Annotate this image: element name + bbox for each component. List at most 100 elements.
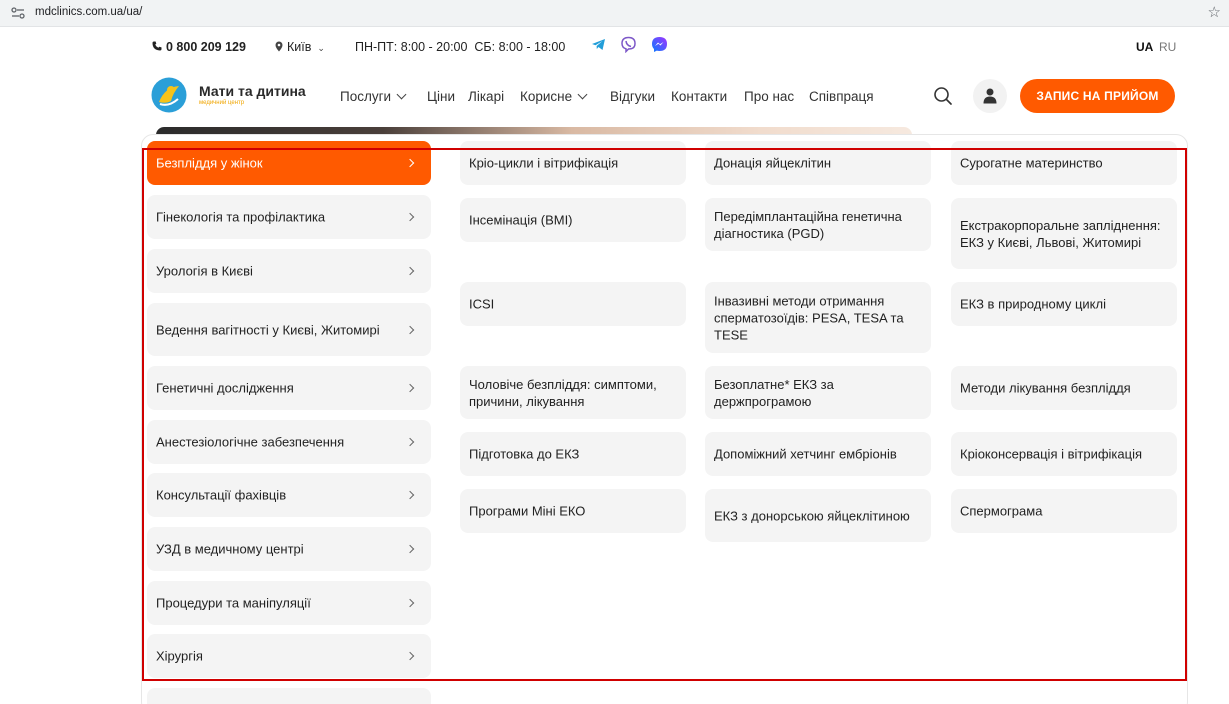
book-appointment-button[interactable]: ЗАПИС НА ПРИЙОМ [1020,79,1175,113]
subitem-label: Безоплатне* ЕКЗ за держпрограмою [714,376,834,409]
subitem-link[interactable]: Підготовка до ЕКЗ [460,432,686,476]
phone-number: 0 800 209 129 [166,40,246,54]
logo-title[interactable]: Мати та дитина [199,83,306,99]
chevron-right-icon [405,651,415,661]
telegram-icon[interactable] [590,36,607,53]
subitem-label: Сурогатне материнство [960,155,1103,171]
subitem-link[interactable]: Програми Міні ЕКО [460,489,686,533]
chevron-down-icon [577,89,588,100]
nav-reviews[interactable]: Відгуки [610,89,655,104]
chevron-right-icon [405,158,415,168]
nav-services[interactable]: Послуги [340,89,407,104]
chevron-down-icon: ⌄ [317,43,325,53]
logo-subtitle: медичний центр [199,100,245,106]
subitem-link[interactable]: Методи лікування безпліддя [951,366,1177,410]
subitem-label: Програми Міні ЕКО [469,503,586,519]
subitem-link[interactable]: Допоміжний хетчинг ембріонів [705,432,931,476]
nav-about[interactable]: Про нас [744,89,794,104]
subitem-link[interactable]: Спермограма [951,489,1177,533]
account-button[interactable] [973,79,1007,113]
location-pin-icon [275,41,283,52]
user-icon [983,88,997,104]
subitem-label: ICSI [469,296,495,312]
nav-contacts[interactable]: Контакти [671,89,727,104]
chevron-right-icon [405,544,415,554]
city-name: Київ [287,40,312,54]
subitem-link[interactable]: ICSI [460,282,686,326]
chevron-right-icon [405,437,415,447]
subitem-label: Кріо-цикли і вітрифікація [469,155,619,171]
nav-cooperation[interactable]: Співпраця [809,89,874,104]
language-ru[interactable]: RU [1159,40,1176,54]
site-settings-icon[interactable] [11,7,25,19]
nav-useful[interactable]: Корисне [520,89,588,104]
subitem-link[interactable]: Кріо-цикли і вітрифікація [460,141,686,185]
logo-icon[interactable] [151,77,187,113]
category-consultations[interactable]: Консультації фахівців [147,473,431,517]
subitem-link[interactable]: Передімплантаційна генетична діагностика… [705,198,931,251]
category-pregnancy[interactable]: Ведення вагітності у Києві, Житомирі [147,303,431,356]
category-label: Ведення вагітності у Києві, Житомирі [156,322,380,337]
category-label: Консультації фахівців [156,487,287,503]
subitem-link[interactable]: Чоловіче безпліддя: симптоми, причини, л… [460,366,686,419]
category-label: Безпліддя у жінок [156,155,263,171]
subitem-label: Спермограма [960,503,1043,519]
subitem-label: Чоловіче безпліддя: симптоми, причини, л… [469,376,657,409]
subitem-link[interactable]: Безоплатне* ЕКЗ за держпрограмою [705,366,931,419]
subitem-label: Методи лікування безпліддя [960,380,1131,396]
messenger-icon[interactable] [651,36,668,53]
subitem-link[interactable]: ЕКЗ з донорською яйцеклітиною [705,489,931,542]
search-icon[interactable] [933,86,953,106]
subitem-label: Інсемінація (ВМІ) [469,212,573,228]
phone-icon [152,41,162,51]
subitem-link[interactable]: Донація яйцеклітин [705,141,931,185]
bookmark-star-icon[interactable]: ☆ [1208,3,1221,21]
nav-useful-label: Корисне [520,89,573,104]
category-gynecology[interactable]: Гінекологія та профілактика [147,195,431,239]
city-selector[interactable]: Київ ⌄ [275,40,325,54]
category-anesthesiology[interactable]: Анестезіологічне забезпечення [147,420,431,464]
category-procedures[interactable]: Процедури та маніпуляції [147,581,431,625]
subitem-label: Донація яйцеклітин [714,155,832,171]
working-hours: ПН-ПТ: 8:00 - 20:00 СБ: 8:00 - 18:00 [355,40,566,54]
nav-prices[interactable]: Ціни [427,89,455,104]
category-surgery[interactable]: Хірургія [147,634,431,678]
subitem-label: ЕКЗ в природному циклі [960,296,1106,312]
category-label: Процедури та маніпуляції [156,595,311,611]
subitem-label: Допоміжний хетчинг ембріонів [714,446,897,462]
language-ua[interactable]: UA [1136,40,1153,54]
category-label: Гінекологія та профілактика [156,209,326,225]
subitem-link[interactable]: ЕКЗ в природному циклі [951,282,1177,326]
subitem-label: Передімплантаційна генетична діагностика… [714,208,902,241]
subitem-label: Кріоконсервація і вітрифікація [960,446,1142,462]
viber-icon[interactable] [620,36,637,54]
subitem-label: Екстракорпоральне запліднення: ЕКЗ у Киє… [960,217,1161,250]
chevron-down-icon [396,89,407,100]
nav-doctors[interactable]: Лікарі [468,89,504,104]
subitem-link[interactable]: Інвазивні методи отримання сперматозоїді… [705,282,931,353]
category-label: Урологія в Києві [156,263,253,279]
category-urology[interactable]: Урологія в Києві [147,249,431,293]
subitem-link[interactable]: Екстракорпоральне запліднення: ЕКЗ у Киє… [951,198,1177,269]
subitem-link[interactable]: Сурогатне материнство [951,141,1177,185]
category-ultrasound[interactable]: УЗД в медичному центрі [147,527,431,571]
nav-services-label: Послуги [340,89,392,104]
chevron-right-icon [405,266,415,276]
category-label: Анестезіологічне забезпечення [156,434,345,450]
subitem-label: Підготовка до ЕКЗ [469,446,580,462]
subitem-link[interactable]: Кріоконсервація і вітрифікація [951,432,1177,476]
subitem-link[interactable]: Інсемінація (ВМІ) [460,198,686,242]
category-infertility-women[interactable]: Безпліддя у жінок [147,141,431,185]
browser-address-bar: mdclinics.com.ua/ua/ ☆ [0,0,1229,27]
url-text[interactable]: mdclinics.com.ua/ua/ [35,6,142,18]
phone-link[interactable]: 0 800 209 129 [152,40,246,54]
subitem-label: Інвазивні методи отримання сперматозоїді… [714,293,904,342]
messenger-links [590,36,677,54]
chevron-right-icon [405,383,415,393]
category-genetics[interactable]: Генетичні дослідження [147,366,431,410]
category-label: Хірургія [156,648,203,664]
category-label: Генетичні дослідження [156,380,294,396]
category-next[interactable] [147,688,431,704]
top-info-bar: 0 800 209 129 Київ ⌄ ПН-ПТ: 8:00 - 20:00 … [0,27,1229,65]
chevron-right-icon [405,212,415,222]
